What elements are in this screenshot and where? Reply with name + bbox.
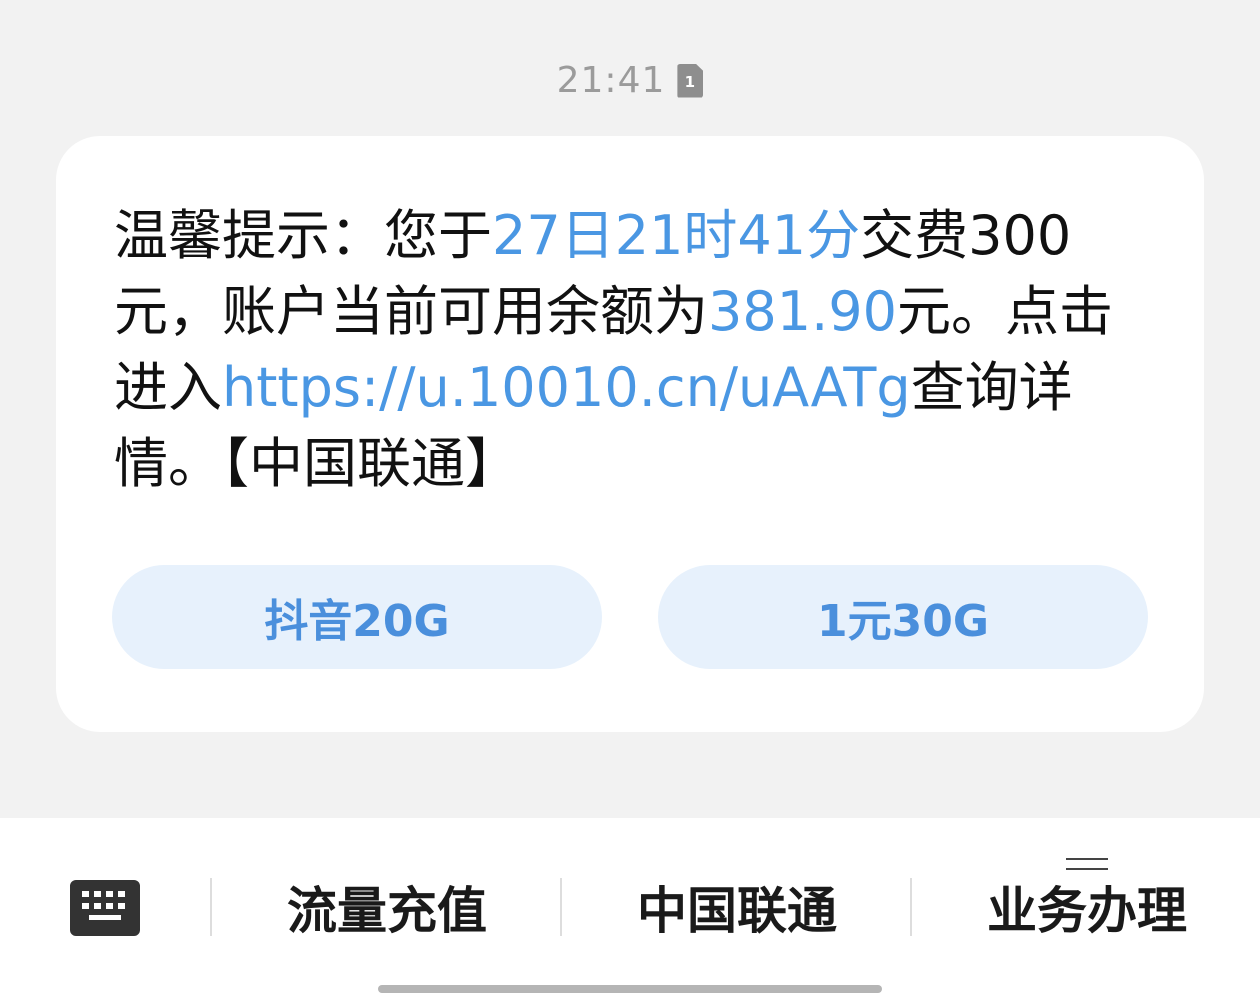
menu-item-china-unicom[interactable]: 中国联通	[564, 874, 910, 940]
quick-reply-label: 1元30G	[817, 596, 989, 647]
menu-divider	[910, 878, 912, 936]
keyboard-key	[106, 903, 113, 909]
menu-item-business-services[interactable]: 业务办理	[914, 874, 1260, 940]
sim-card-icon: 1	[677, 63, 704, 98]
chat-area: 21:41 1 温馨提示：您于27日21时41分交费300元，账户当前可用余额为…	[0, 0, 1260, 818]
keyboard-key	[94, 891, 101, 897]
menu-item-label: 中国联通	[637, 882, 837, 940]
message-text-part-1: 温馨提示：您于	[114, 204, 492, 267]
menu-item-label: 业务办理	[987, 882, 1187, 940]
message-time: 21:41	[556, 60, 666, 101]
message-timestamp: 21:41 1	[0, 60, 1260, 101]
keyboard-key	[118, 891, 125, 897]
detail-url-link[interactable]: https://u.10010.cn/uAATg	[222, 356, 911, 419]
keyboard-key	[82, 903, 89, 909]
balance-link[interactable]: 381.90	[708, 280, 897, 343]
keyboard-key	[118, 903, 125, 909]
sim-slot-number: 1	[684, 72, 697, 91]
keyboard-key	[106, 891, 113, 897]
menu-lines-icon	[1066, 858, 1108, 872]
quick-reply-button-1yuan-30g[interactable]: 1元30G	[658, 565, 1148, 669]
keyboard-key	[94, 903, 101, 909]
quick-reply-label: 抖音20G	[264, 596, 450, 647]
menu-item-data-recharge[interactable]: 流量充值	[214, 874, 560, 940]
menu-divider	[560, 878, 562, 936]
keyboard-icon[interactable]	[70, 880, 140, 936]
service-menu-bar: 流量充值 中国联通 业务办理	[0, 818, 1260, 996]
message-text: 温馨提示：您于27日21时41分交费300元，账户当前可用余额为381.90元。…	[114, 198, 1154, 502]
keyboard-spacebar	[89, 915, 121, 920]
menu-item-label: 流量充值	[287, 882, 487, 940]
keyboard-key	[82, 891, 89, 897]
home-indicator[interactable]	[378, 985, 882, 993]
menu-divider	[210, 878, 212, 936]
quick-reply-button-douyin-20g[interactable]: 抖音20G	[112, 565, 602, 669]
message-bubble[interactable]: 温馨提示：您于27日21时41分交费300元，账户当前可用余额为381.90元。…	[56, 136, 1204, 732]
message-time-link[interactable]: 27日21时41分	[492, 204, 860, 267]
